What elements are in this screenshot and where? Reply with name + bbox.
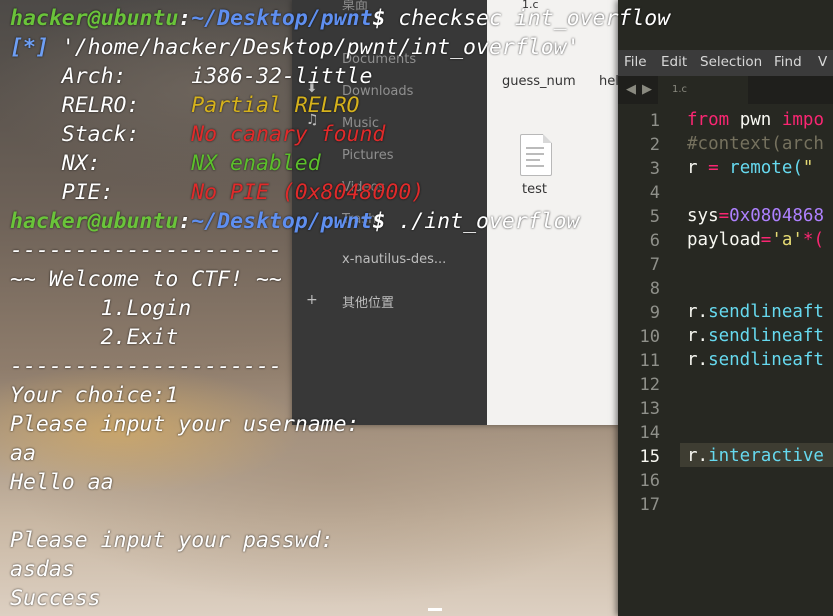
- text-editor-window: File Edit Selection Find V ◀ ▶ 1.c 1 2 3…: [618, 0, 833, 616]
- output-line: Your choice:1: [10, 383, 179, 408]
- tab-prev-icon[interactable]: ◀: [626, 82, 636, 97]
- checksec-info-line: [*] '/home/hacker/Desktop/pwnt/int_overf…: [10, 35, 580, 60]
- line-number: 10: [639, 327, 660, 347]
- line-number: 8: [649, 279, 660, 299]
- code-line-11[interactable]: r.sendlineaft: [687, 350, 824, 370]
- menu-selection[interactable]: Selection: [700, 54, 762, 70]
- line-number: 1: [649, 111, 660, 131]
- code-line-9[interactable]: r.sendlineaft: [687, 302, 824, 322]
- output-line: aa: [10, 441, 36, 466]
- line-number: 13: [639, 399, 660, 419]
- output-line: ---------------------: [10, 354, 282, 379]
- editor-menubar: File Edit Selection Find V: [618, 50, 833, 76]
- output-line: ---------------------: [10, 238, 282, 263]
- menu-view[interactable]: V: [818, 54, 827, 70]
- line-number: 11: [639, 351, 660, 371]
- terminal-output[interactable]: hacker@ubuntu:~/Desktop/pwnt$ checksec i…: [0, 0, 670, 616]
- menu-find[interactable]: Find: [774, 54, 802, 70]
- terminal-cursor: [428, 608, 442, 611]
- output-line: 1.Login: [10, 296, 192, 321]
- code-line-10[interactable]: r.sendlineaft: [687, 326, 824, 346]
- checksec-relro: RELRO: Partial RELRO: [10, 93, 360, 118]
- output-line: 2.Exit: [10, 325, 179, 350]
- line-number: 7: [649, 255, 660, 275]
- tab-next-icon[interactable]: ▶: [642, 82, 652, 97]
- checksec-nx: NX: NX enabled: [10, 151, 321, 176]
- output-line: asdas: [10, 557, 75, 582]
- checksec-arch: Arch: i386-32-little: [10, 64, 373, 89]
- code-line-1[interactable]: from pwn impo: [687, 110, 824, 130]
- line-number: 16: [639, 471, 660, 491]
- code-line-2[interactable]: #context(arch: [687, 134, 824, 154]
- output-line: Hello aa: [10, 470, 114, 495]
- code-line-3[interactable]: r = remote(": [687, 158, 813, 178]
- checksec-stack: Stack: No canary found: [10, 122, 386, 147]
- line-number-active: 15: [639, 447, 660, 467]
- line-number: 2: [649, 135, 660, 155]
- menu-edit[interactable]: Edit: [661, 54, 687, 70]
- code-line-15[interactable]: r.interactive: [687, 446, 824, 466]
- line-number: 3: [649, 159, 660, 179]
- code-line-5[interactable]: sys=0x0804868: [687, 206, 824, 226]
- code-line-6[interactable]: payload='a'*(: [687, 230, 824, 250]
- command-checksec: checksec int_overflow: [385, 6, 671, 31]
- prompt-line-1: hacker@ubuntu:~/Desktop/pwnt$ checksec i…: [10, 6, 671, 31]
- command-run: ./int_overflow: [385, 209, 580, 234]
- tab-1c[interactable]: 1.c: [658, 76, 748, 104]
- line-number: 12: [639, 375, 660, 395]
- line-number: 17: [639, 495, 660, 515]
- line-number: 6: [649, 231, 660, 251]
- line-number: 14: [639, 423, 660, 443]
- output-line: Success: [10, 586, 101, 611]
- output-line: Please input your username:: [10, 412, 360, 437]
- line-number-gutter: 1 2 3 4 5 6 7 8 9 10 11 12 13 14 15 16 1…: [618, 104, 680, 616]
- editor-tabbar: ◀ ▶ 1.c: [618, 76, 833, 104]
- line-number: 5: [649, 207, 660, 227]
- line-number: 9: [649, 303, 660, 323]
- line-number: 4: [649, 183, 660, 203]
- prompt-line-2: hacker@ubuntu:~/Desktop/pwnt$ ./int_over…: [10, 209, 580, 234]
- output-line: Please input your passwd:: [10, 528, 334, 553]
- output-line: ~~ Welcome to CTF! ~~: [10, 267, 282, 292]
- checksec-pie: PIE: No PIE (0x8048000): [10, 180, 425, 205]
- menu-file[interactable]: File: [624, 54, 647, 70]
